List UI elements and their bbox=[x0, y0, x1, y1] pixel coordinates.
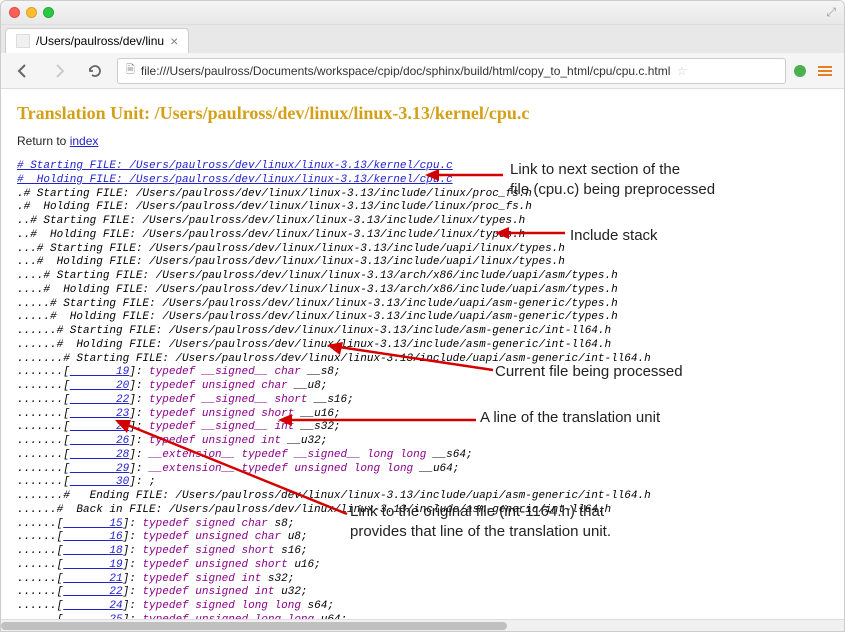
file-section-link[interactable]: # Holding FILE: /Users/paulross/dev/linu… bbox=[17, 174, 453, 186]
listing-line: .......[ 22]: typedef __signed__ short _… bbox=[17, 394, 828, 408]
annotation-current-file: Current file being processed bbox=[495, 362, 683, 382]
listing-line: .....# Holding FILE: /Users/paulross/dev… bbox=[17, 311, 828, 325]
listing-line: ....# Starting FILE: /Users/paulross/dev… bbox=[17, 270, 828, 284]
window-titlebar: ⤢ bbox=[1, 1, 844, 25]
extension-icon[interactable] bbox=[794, 65, 806, 77]
listing-line: .....# Starting FILE: /Users/paulross/de… bbox=[17, 298, 828, 312]
horizontal-scrollbar[interactable] bbox=[1, 619, 844, 631]
back-button[interactable] bbox=[9, 57, 37, 85]
file-section-link[interactable]: # Starting FILE: /Users/paulross/dev/lin… bbox=[17, 160, 453, 172]
page-icon: 🗎 bbox=[126, 61, 135, 80]
annotation-next-section: Link to next section of the file (cpu.c)… bbox=[510, 160, 715, 199]
reload-button[interactable] bbox=[81, 57, 109, 85]
maximize-icon[interactable]: ⤢ bbox=[826, 5, 836, 20]
listing-line: ...# Starting FILE: /Users/paulross/dev/… bbox=[17, 243, 828, 257]
arrow-icon bbox=[115, 418, 350, 518]
arrow-icon bbox=[425, 168, 505, 182]
url-bar[interactable]: 🗎 file:///Users/paulross/Documents/works… bbox=[117, 58, 786, 84]
zoom-window-button[interactable] bbox=[43, 7, 54, 18]
tab-close-button[interactable]: × bbox=[170, 33, 178, 49]
url-text: file:///Users/paulross/Documents/workspa… bbox=[141, 64, 671, 78]
listing-line: ......[ 24]: typedef signed long long s6… bbox=[17, 600, 828, 614]
annotation-original-file: Link to the original file (int-1164.h) t… bbox=[350, 502, 611, 541]
line-number-link[interactable]: 24 bbox=[63, 600, 122, 612]
listing-line: ..# Starting FILE: /Users/paulross/dev/l… bbox=[17, 215, 828, 229]
listing-line: ......[ 19]: typedef unsigned short u16; bbox=[17, 559, 828, 573]
listing-line: ....# Holding FILE: /Users/paulross/dev/… bbox=[17, 284, 828, 298]
tab-title: /Users/paulross/dev/linu bbox=[36, 34, 164, 48]
annotation-include-stack: Include stack bbox=[570, 226, 658, 246]
arrow-icon bbox=[495, 226, 567, 240]
hamburger-menu-button[interactable] bbox=[814, 62, 836, 80]
listing-line: ..# Holding FILE: /Users/paulross/dev/li… bbox=[17, 229, 828, 243]
line-number-link[interactable]: 16 bbox=[63, 531, 122, 543]
listing-line: ...# Holding FILE: /Users/paulross/dev/l… bbox=[17, 256, 828, 270]
line-number-link[interactable]: 20 bbox=[70, 380, 129, 392]
close-window-button[interactable] bbox=[9, 7, 20, 18]
page-title: Translation Unit: /Users/paulross/dev/li… bbox=[17, 103, 828, 124]
browser-toolbar: 🗎 file:///Users/paulross/Documents/works… bbox=[1, 53, 844, 89]
line-number-link[interactable]: 21 bbox=[63, 573, 122, 585]
listing-line: .......[ 20]: typedef unsigned char __u8… bbox=[17, 380, 828, 394]
listing-line: ......[ 18]: typedef signed short s16; bbox=[17, 545, 828, 559]
forward-button[interactable] bbox=[45, 57, 73, 85]
minimize-window-button[interactable] bbox=[26, 7, 37, 18]
annotation-line-tu: A line of the translation unit bbox=[480, 408, 660, 428]
scrollbar-thumb[interactable] bbox=[1, 622, 507, 630]
listing-line: ......[ 22]: typedef unsigned int u32; bbox=[17, 586, 828, 600]
bookmark-star-icon[interactable]: ☆ bbox=[676, 64, 687, 78]
translation-unit-listing: # Starting FILE: /Users/paulross/dev/lin… bbox=[17, 160, 828, 621]
line-number-link[interactable]: 22 bbox=[70, 394, 129, 406]
listing-line: ......# Starting FILE: /Users/paulross/d… bbox=[17, 325, 828, 339]
window-controls bbox=[9, 7, 54, 18]
return-link-row: Return to index bbox=[17, 134, 828, 148]
index-link[interactable]: index bbox=[70, 134, 99, 148]
tab-bar: /Users/paulross/dev/linu × bbox=[1, 25, 844, 53]
arrow-icon bbox=[325, 342, 495, 376]
line-number-link[interactable]: 19 bbox=[70, 366, 129, 378]
listing-line: .# Holding FILE: /Users/paulross/dev/lin… bbox=[17, 201, 828, 215]
line-number-link[interactable]: 18 bbox=[63, 545, 122, 557]
line-number-link[interactable]: 22 bbox=[63, 586, 122, 598]
line-number-link[interactable]: 19 bbox=[63, 559, 122, 571]
browser-tab[interactable]: /Users/paulross/dev/linu × bbox=[5, 28, 189, 53]
listing-line: ......[ 21]: typedef signed int s32; bbox=[17, 573, 828, 587]
line-number-link[interactable]: 15 bbox=[63, 518, 122, 530]
tab-favicon-icon bbox=[16, 34, 30, 48]
